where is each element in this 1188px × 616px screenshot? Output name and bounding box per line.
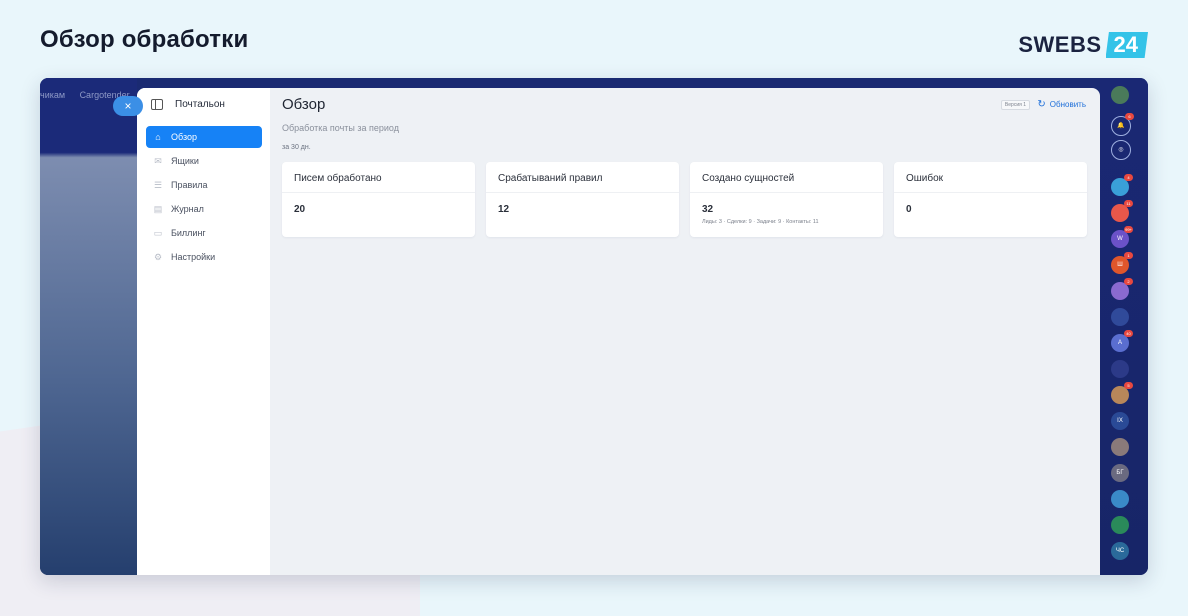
rail-app-icon[interactable] — [1111, 438, 1129, 456]
close-button[interactable]: × — [113, 96, 143, 116]
sidebar-item-billing[interactable]: ▭ Биллинг — [146, 222, 262, 244]
sidebar-item-rules[interactable]: ☰ Правила — [146, 174, 262, 196]
rail-item-label: A — [1117, 340, 1122, 346]
refresh-label: Обновить — [1049, 100, 1086, 109]
notification-badge: 1 — [1124, 252, 1133, 259]
chat-icon[interactable]: ◎ — [1111, 140, 1131, 160]
period-label: за 30 дн. — [282, 144, 311, 151]
main-content: Обзор Обработка почты за период за 30 дн… — [282, 88, 1100, 575]
mail-icon: ✉ — [154, 155, 162, 166]
card-title: Писем обработано — [282, 162, 475, 193]
sidebar-item-label: Правила — [171, 180, 208, 190]
stat-card-emails-processed: Писем обработано 20 — [282, 162, 475, 237]
card-value: 20 — [294, 204, 306, 215]
card-title: Срабатываний правил — [486, 162, 679, 193]
sidebar-item-label: Биллинг — [171, 228, 206, 238]
rail-item-label: W — [1117, 236, 1123, 242]
rail-app-icon[interactable]: 11 — [1111, 200, 1133, 222]
sidebar-item-overview[interactable]: ⌂ Обзор — [146, 126, 262, 148]
right-rail: 🔔 6 ◎ 4 11 W 99+ Ш 1 2 A 40 5 IX БГ ЧС — [1100, 78, 1148, 575]
sidebar-toggle-icon[interactable] — [151, 98, 163, 110]
app-name: Почтальон — [175, 98, 225, 110]
rail-item-label: ЧС — [1115, 548, 1125, 554]
stat-card-entities-created: Создано сущностей 32 Лиды: 3 · Сделки: 9… — [690, 162, 883, 237]
rail-app-icon[interactable] — [1111, 360, 1129, 378]
notification-badge: 5 — [1124, 382, 1133, 389]
card-note: Лиды: 3 · Сделки: 9 · Задачи: 9 · Контак… — [702, 219, 819, 225]
rail-app-icon[interactable]: IX — [1111, 412, 1129, 430]
stats-cards: Писем обработано 20 Срабатываний правил … — [282, 162, 1087, 237]
notification-badge: 4 — [1124, 174, 1133, 181]
stat-card-errors: Ошибок 0 — [894, 162, 1087, 237]
stat-card-rule-triggers: Срабатываний правил 12 — [486, 162, 679, 237]
sidebar-item-journal[interactable]: ▤ Журнал — [146, 198, 262, 220]
version-badge: Версия 1 — [1000, 100, 1030, 110]
rail-app-icon[interactable] — [1111, 308, 1129, 326]
notification-badge: 11 — [1124, 200, 1133, 207]
rail-app-icon[interactable]: A 40 — [1111, 330, 1133, 352]
sidebar-item-settings[interactable]: ⚙ Настройки — [146, 246, 262, 268]
rail-item-label: Ш — [1117, 262, 1123, 268]
sidebar-item-mailboxes[interactable]: ✉ Ящики — [146, 150, 262, 172]
sidebar-nav: ⌂ Обзор ✉ Ящики ☰ Правила ▤ Журнал ▭ Бил… — [137, 126, 270, 268]
notification-badge: 99+ — [1124, 226, 1133, 233]
rail-item-label: 🔔 — [1117, 123, 1125, 129]
sidebar-item-label: Журнал — [171, 204, 204, 214]
rail-app-icon[interactable]: БГ — [1111, 464, 1129, 482]
brand-name: SWEBS — [1018, 32, 1102, 57]
app-window: чикам Cargotender × Почтальон ⌂ Обзор ✉ … — [40, 78, 1148, 575]
card-value: 12 — [498, 204, 510, 215]
card-value: 0 — [906, 204, 912, 215]
journal-icon: ▤ — [153, 203, 163, 214]
rail-app-icon[interactable]: 4 — [1111, 174, 1133, 196]
rail-app-icon[interactable] — [1111, 490, 1129, 508]
background-app: чикам Cargotender — [40, 78, 137, 575]
rail-app-icon[interactable]: 2 — [1111, 278, 1133, 300]
rail-item-label: ◎ — [1118, 147, 1124, 153]
sidebar-header: Почтальон — [137, 88, 270, 120]
refresh-icon: ↻ — [1037, 99, 1046, 110]
gear-icon: ⚙ — [153, 251, 163, 262]
card-value: 32 — [702, 204, 714, 215]
list-icon: ☰ — [153, 179, 163, 190]
rail-app-icon[interactable]: W 99+ — [1111, 226, 1133, 248]
page-heading: Обзор обработки — [40, 26, 249, 53]
home-icon: ⌂ — [155, 132, 161, 142]
notification-badge: 2 — [1124, 278, 1133, 285]
sidebar-item-label: Обзор — [171, 132, 197, 142]
brand-logo: SWEBS 24 — [1018, 31, 1148, 59]
rail-item-label: IX — [1117, 418, 1123, 424]
notification-badge: 6 — [1125, 113, 1134, 120]
wallet-icon: ▭ — [153, 227, 163, 238]
brand-number: 24 — [1105, 32, 1148, 58]
rail-app-icon[interactable]: Ш1 — [1111, 252, 1133, 274]
refresh-button[interactable]: ↻ Обновить — [1037, 99, 1086, 110]
sidebar-item-label: Ящики — [171, 156, 199, 166]
sidebar: Почтальон ⌂ Обзор ✉ Ящики ☰ Правила ▤ Жу… — [137, 88, 270, 575]
notification-badge: 40 — [1124, 330, 1133, 337]
rail-app-icon[interactable] — [1111, 516, 1129, 534]
avatar[interactable] — [1111, 86, 1129, 104]
bell-icon[interactable]: 🔔 6 — [1111, 113, 1134, 136]
page-title: Обзор — [282, 96, 326, 113]
background-tab[interactable]: чикам — [40, 90, 65, 100]
rail-item-label: БГ — [1116, 470, 1124, 476]
page-subtitle: Обработка почты за период — [282, 123, 399, 133]
card-title: Ошибок — [894, 162, 1087, 193]
rail-app-icon[interactable]: 5 — [1111, 382, 1133, 404]
sidebar-item-label: Настройки — [171, 252, 216, 262]
card-title: Создано сущностей — [690, 162, 883, 193]
app-panel: Почтальон ⌂ Обзор ✉ Ящики ☰ Правила ▤ Жу… — [137, 88, 1100, 575]
rail-app-icon[interactable]: ЧС — [1111, 542, 1129, 560]
